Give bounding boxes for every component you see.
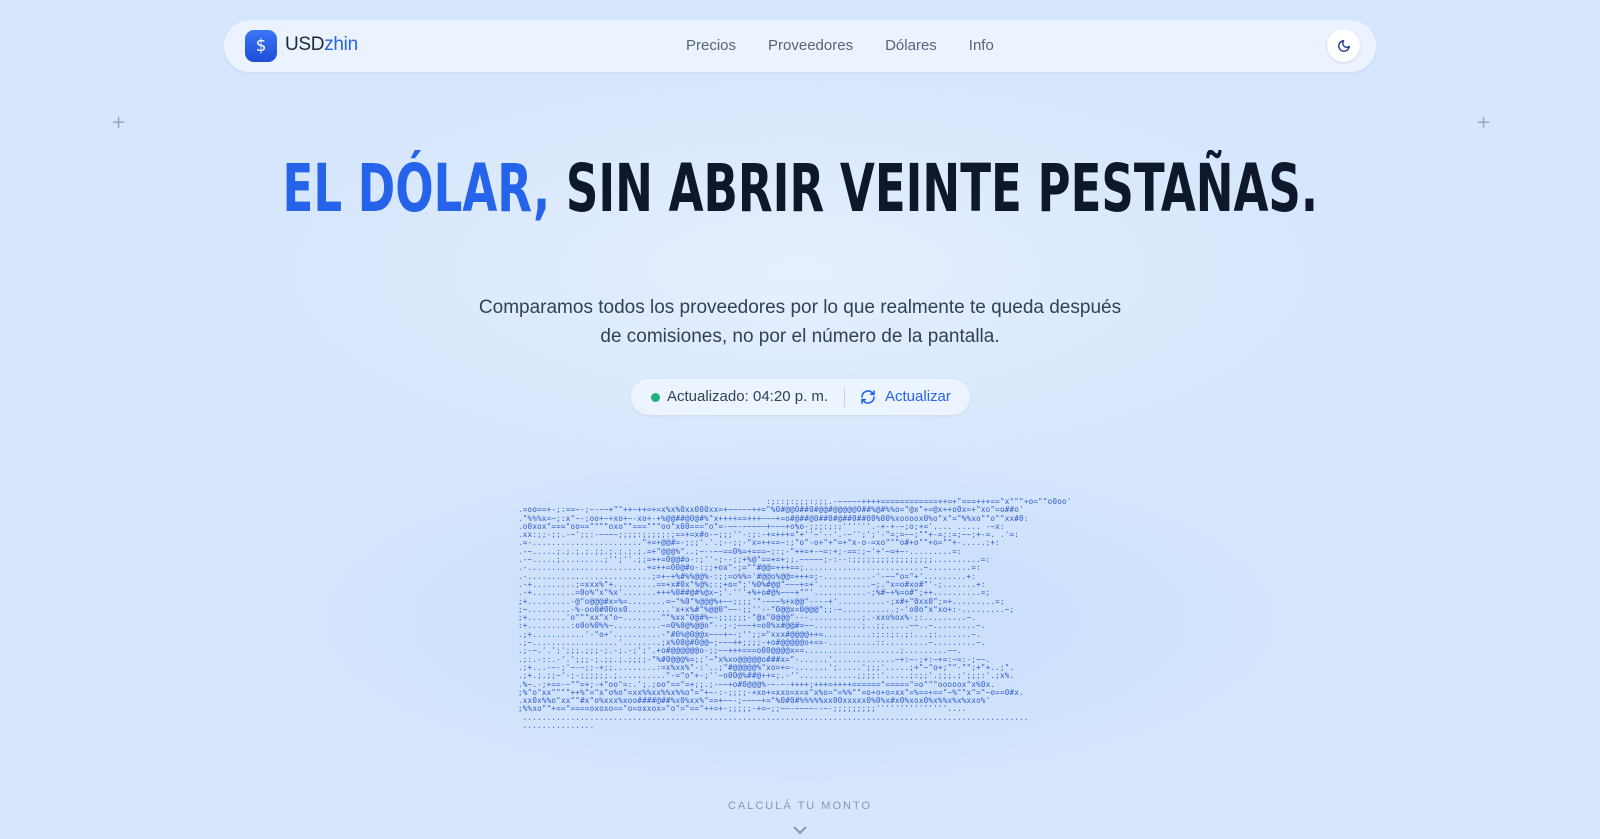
hero-subtitle-line-1: Comparamos todos los proveedores por lo …	[478, 297, 1122, 318]
nav-link-dolares[interactable]: Dólares	[885, 37, 937, 54]
refresh-label: Actualizar	[885, 388, 951, 405]
brand-prefix: USD	[285, 34, 325, 55]
updated-time: 04:20 p. m.	[753, 388, 829, 405]
refresh-button[interactable]: Actualizar	[860, 388, 951, 405]
hero-subtitle: Comparamos todos los proveedores por lo …	[0, 293, 1600, 351]
corner-plus-icon: +	[111, 112, 127, 133]
hero-subtitle-line-2: de comisiones, no por el número de la pa…	[600, 326, 1000, 347]
hero-title-accent: EL DÓLAR,	[282, 150, 550, 227]
ascii-art-illustration: :;::;:;;;:;;;.-~~~~~++++============++=+…	[518, 498, 1072, 731]
nav-link-precios[interactable]: Precios	[686, 37, 736, 54]
logo-icon[interactable]: $	[245, 30, 277, 62]
hero-title-rest: SIN ABRIR VEINTE PESTAÑAS.	[565, 150, 1318, 227]
calculator-section-label: CALCULÁ TU MONTO	[727, 800, 873, 812]
updated-label: Actualizado:	[667, 388, 749, 405]
nav-links: Precios Proveedores Dólares Info	[686, 37, 1026, 54]
brand-suffix: zhin	[324, 34, 358, 55]
nav-link-proveedores[interactable]: Proveedores	[768, 37, 853, 54]
theme-toggle-button[interactable]	[1327, 29, 1360, 62]
update-status-pill: Actualizado: 04:20 p. m. Actualizar	[631, 379, 970, 415]
status-indicator-dot	[651, 393, 660, 402]
dollar-sign-icon: $	[255, 36, 267, 56]
nav-link-info[interactable]: Info	[969, 37, 994, 54]
corner-plus-icon: +	[1476, 112, 1492, 133]
refresh-icon	[861, 389, 875, 404]
hero-title: EL DÓLAR, SIN ABRIR VEINTE PESTAÑAS.	[0, 146, 1600, 232]
top-navbar: $ USDzhin Precios Proveedores Dólares In…	[224, 20, 1376, 72]
brand-name[interactable]: USDzhin	[285, 34, 358, 56]
pill-divider	[844, 387, 845, 407]
moon-icon	[1337, 39, 1350, 52]
